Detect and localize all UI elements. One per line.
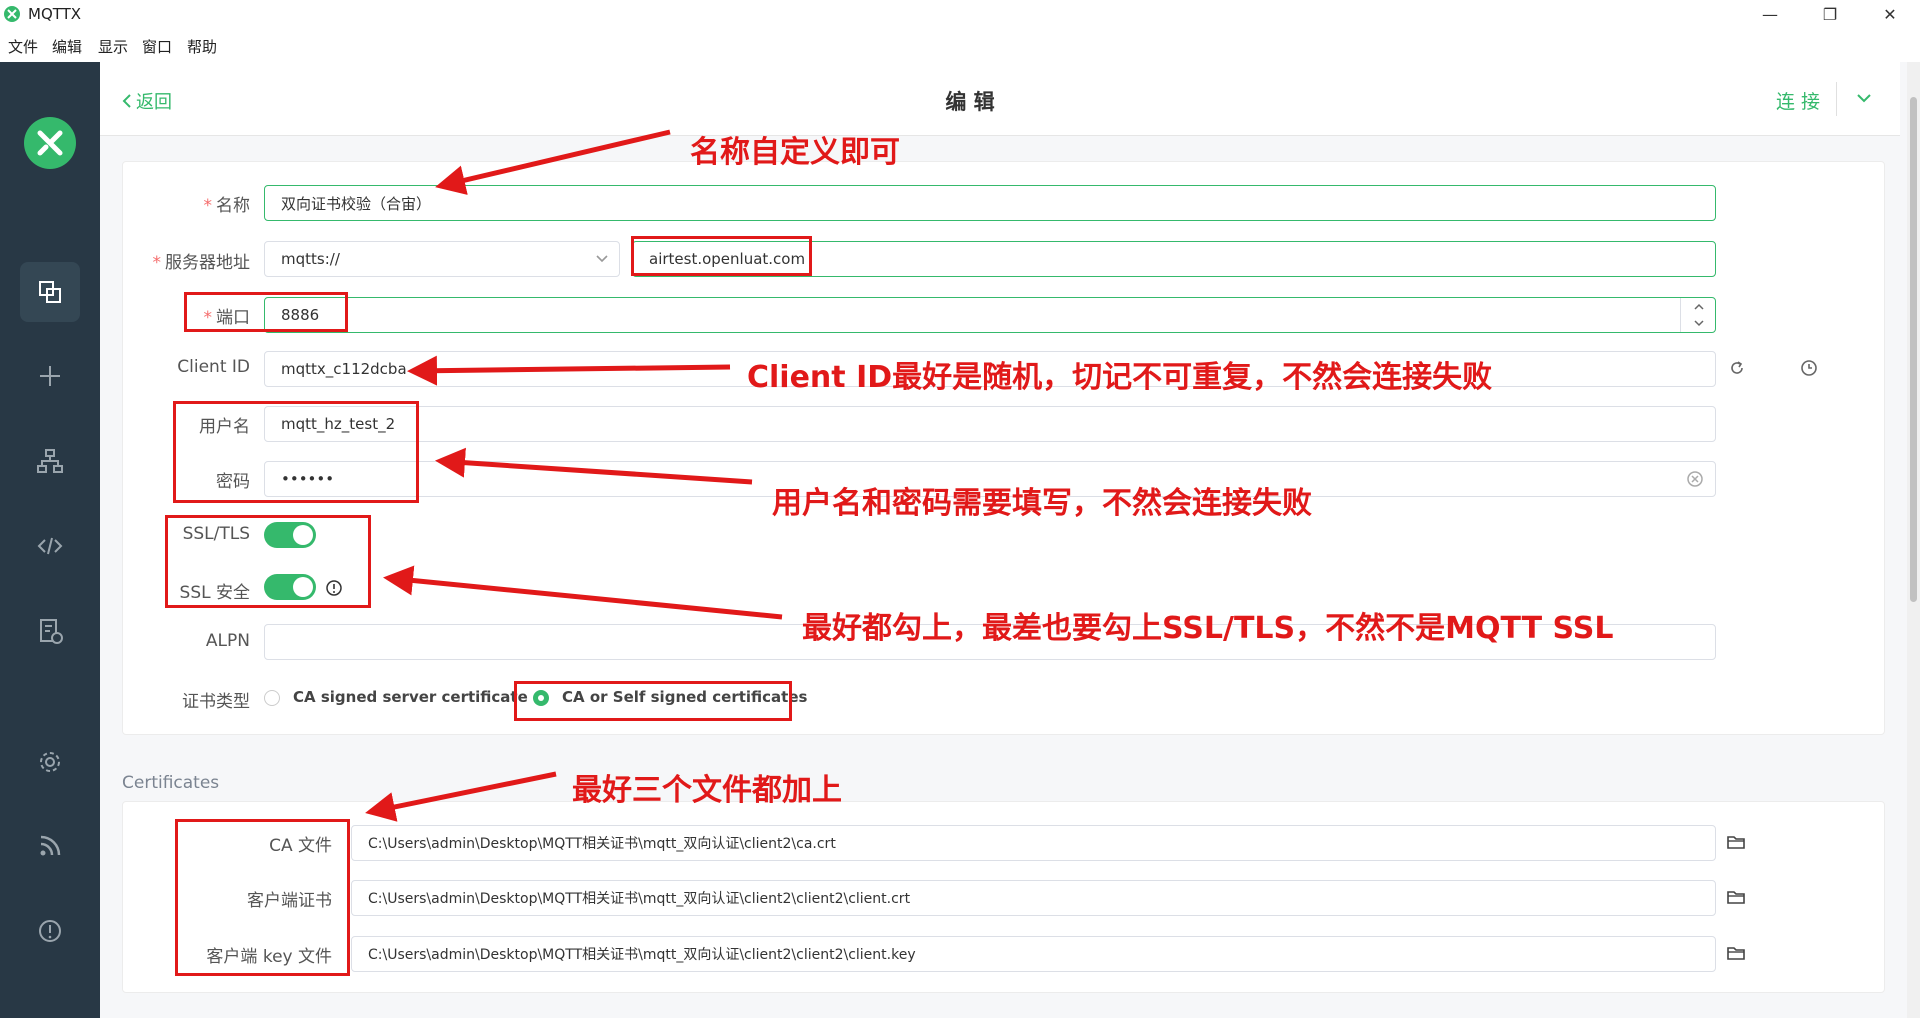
certificates-section-title: Certificates — [122, 773, 220, 793]
scrollbar-thumb[interactable] — [1910, 97, 1917, 602]
chevron-down-icon[interactable] — [1693, 319, 1705, 327]
feed-icon[interactable] — [36, 832, 64, 860]
cert-type-label: 证书类型 — [182, 692, 250, 712]
menu-window[interactable]: 窗口 — [142, 36, 172, 57]
annotation-name: 名称自定义即可 — [690, 135, 900, 170]
username-input[interactable]: mqtt_hz_test_2 — [264, 406, 1716, 442]
brand-logo-icon — [24, 117, 76, 169]
folder-icon[interactable] — [1727, 946, 1745, 960]
highlight-cert-type — [514, 681, 792, 721]
ca-file-input[interactable]: C:\Users\admin\Desktop\MQTT相关证书\mqtt_双向认… — [351, 825, 1716, 861]
about-icon[interactable] — [36, 917, 64, 945]
folder-icon[interactable] — [1727, 835, 1745, 849]
header-divider — [1836, 82, 1837, 116]
alpn-label: ALPN — [205, 631, 250, 651]
refresh-icon[interactable] — [1728, 359, 1746, 377]
restore-button[interactable]: ❐ — [1800, 0, 1860, 29]
annotation-ssl: 最好都勾上，最差也要勾上SSL/TLS，不然不是MQTT SSL — [802, 611, 1614, 646]
name-label: * 名称 — [203, 196, 251, 216]
highlight-ssl — [165, 515, 371, 608]
clock-icon[interactable] — [1800, 359, 1818, 377]
protocol-value: mqtts:// — [281, 250, 340, 268]
radio-ca-signed-server[interactable] — [264, 690, 280, 706]
chevron-down-icon — [596, 255, 608, 263]
title-bar: MQTTX — ❐ ✕ — [0, 0, 1920, 29]
menu-help[interactable]: 帮助 — [187, 36, 217, 57]
sidebar — [0, 62, 100, 1018]
protocol-select[interactable]: mqtts:// — [264, 241, 620, 277]
port-stepper[interactable] — [1680, 298, 1715, 332]
add-icon[interactable] — [36, 362, 64, 390]
connections-icon[interactable] — [36, 278, 64, 306]
menu-edit[interactable]: 编辑 — [52, 36, 82, 57]
minimize-button[interactable]: — — [1740, 0, 1800, 29]
chevron-down-icon[interactable] — [1856, 92, 1872, 104]
back-button[interactable]: 返回 — [122, 88, 172, 114]
vertical-scrollbar[interactable] — [1907, 62, 1920, 1018]
settings-icon[interactable] — [36, 748, 64, 776]
connect-button[interactable]: 连 接 — [1776, 87, 1820, 114]
highlight-cert-files — [175, 819, 350, 976]
topology-icon[interactable] — [36, 447, 64, 475]
app-logo-icon — [4, 6, 20, 22]
highlight-host — [631, 236, 812, 276]
port-input[interactable]: 8886 — [264, 297, 1716, 333]
annotation-credentials: 用户名和密码需要填写，不然会连接失败 — [772, 486, 1312, 521]
log-icon[interactable] — [36, 617, 64, 645]
close-window-button[interactable]: ✕ — [1860, 0, 1920, 29]
chevron-up-icon[interactable] — [1693, 303, 1705, 311]
menu-file[interactable]: 文件 — [8, 36, 38, 57]
highlight-port — [184, 292, 348, 332]
back-label: 返回 — [136, 92, 172, 113]
script-icon[interactable] — [36, 532, 64, 560]
radio-ca-signed-server-label[interactable]: CA signed server certificate — [293, 688, 528, 706]
folder-icon[interactable] — [1727, 890, 1745, 904]
clear-icon[interactable] — [1686, 470, 1704, 488]
page-title: 编 辑 — [945, 90, 995, 114]
chevron-left-icon — [122, 94, 131, 108]
client-id-label: Client ID — [177, 357, 250, 377]
annotation-files: 最好三个文件都加上 — [572, 773, 842, 808]
menu-view[interactable]: 显示 — [98, 36, 128, 57]
host-label: * 服务器地址 — [152, 253, 251, 273]
name-input[interactable]: 双向证书校验（合宙） — [264, 185, 1716, 221]
highlight-credentials — [173, 401, 419, 503]
client-cert-input[interactable]: C:\Users\admin\Desktop\MQTT相关证书\mqtt_双向认… — [351, 880, 1716, 916]
annotation-client-id: Client ID最好是随机，切记不可重复，不然会连接失败 — [747, 360, 1493, 395]
menu-bar: 文件 编辑 显示 窗口 帮助 — [0, 29, 1920, 62]
window-title: MQTTX — [28, 5, 82, 23]
client-key-input[interactable]: C:\Users\admin\Desktop\MQTT相关证书\mqtt_双向认… — [351, 936, 1716, 972]
